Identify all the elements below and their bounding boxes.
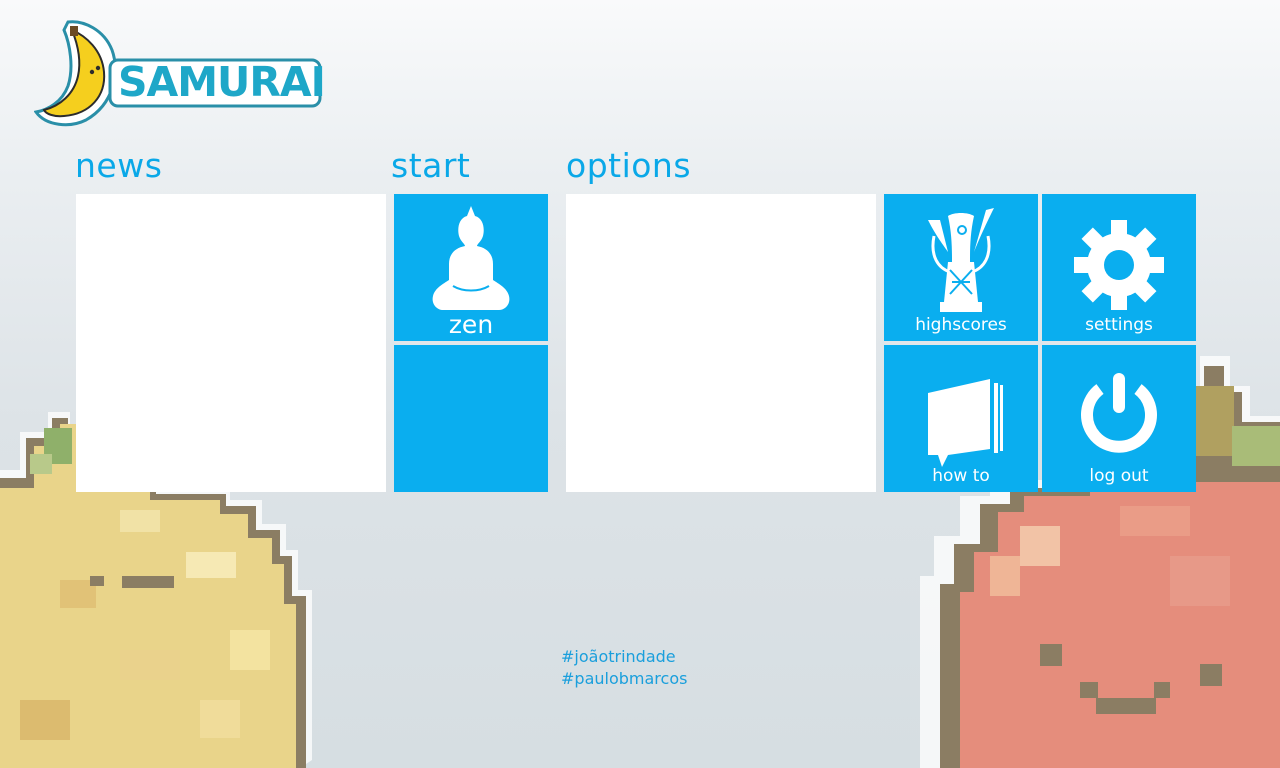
how-to-tile[interactable]: how to <box>884 345 1038 492</box>
power-icon <box>1081 373 1157 453</box>
start-title: start <box>391 146 471 185</box>
news-panel <box>76 194 386 492</box>
settings-label: settings <box>1085 315 1153 335</box>
gear-icon <box>1074 220 1164 310</box>
book-icon <box>928 379 1003 467</box>
buddha-icon <box>432 206 510 310</box>
credit-line[interactable]: #paulobmarcos <box>561 668 687 690</box>
credit-line[interactable]: #joãotrindade <box>561 646 687 668</box>
how-to-label: how to <box>932 466 990 486</box>
highscores-label: highscores <box>915 315 1007 335</box>
settings-tile[interactable]: settings <box>1042 194 1196 341</box>
news-title: news <box>75 146 163 185</box>
options-panel <box>566 194 876 492</box>
logo-text: SAMURAI <box>118 58 326 106</box>
game-logo: SAMURAI <box>33 20 326 128</box>
options-title: options <box>566 146 692 185</box>
start-empty-tile[interactable] <box>394 345 548 492</box>
log-out-tile[interactable]: log out <box>1042 345 1196 492</box>
credits: #joãotrindade #paulobmarcos <box>561 646 687 690</box>
log-out-label: log out <box>1089 466 1149 486</box>
trophy-icon <box>928 208 994 312</box>
zen-label: zen <box>448 310 494 339</box>
zen-tile[interactable]: zen <box>394 194 548 341</box>
highscores-tile[interactable]: highscores <box>884 194 1038 341</box>
